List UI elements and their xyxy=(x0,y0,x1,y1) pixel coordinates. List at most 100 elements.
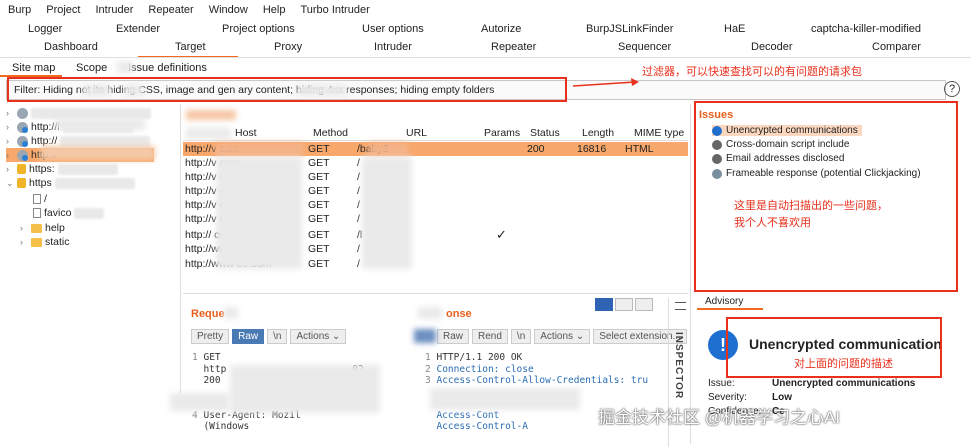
tab-intruder[interactable]: Intruder xyxy=(374,41,412,53)
inspector-label[interactable]: INSPECTOR xyxy=(673,332,684,399)
tab-comparer[interactable]: Comparer xyxy=(872,41,921,53)
file-icon xyxy=(33,194,41,204)
col-url[interactable]: URL xyxy=(406,127,427,139)
redaction xyxy=(186,110,236,120)
annotation-arrow xyxy=(572,78,639,87)
tree-host-item[interactable]: › https: xyxy=(6,162,118,176)
redaction xyxy=(170,393,230,411)
chevron-right-icon[interactable]: › xyxy=(6,108,14,118)
render-button[interactable]: Rend xyxy=(472,329,508,344)
advisory-severity-value: Low xyxy=(772,392,792,403)
redaction xyxy=(216,157,302,269)
tree-path-label: favico xyxy=(44,207,72,219)
menu-intruder[interactable]: Intruder xyxy=(96,4,134,16)
col-length[interactable]: Length xyxy=(582,127,614,139)
watermark: 掘金技术社区 @机器学习之心AI xyxy=(598,408,841,427)
menu-repeater[interactable]: Repeater xyxy=(148,4,193,16)
advisory-issue-label: Issue: xyxy=(708,378,735,389)
col-params[interactable]: Params xyxy=(484,127,520,139)
menu-icon[interactable] xyxy=(675,302,686,310)
col-method[interactable]: Method xyxy=(313,127,348,139)
tree-folder-label: help xyxy=(45,222,65,234)
tab-extender[interactable]: Extender xyxy=(116,23,160,35)
redaction xyxy=(55,118,145,130)
folder-icon xyxy=(31,237,42,247)
folder-icon xyxy=(31,223,42,233)
issues-highlight-box xyxy=(694,101,958,292)
lock-icon xyxy=(17,164,26,174)
tab-autorize[interactable]: Autorize xyxy=(481,23,521,35)
redaction xyxy=(214,143,304,155)
tree-folder-item[interactable]: › help xyxy=(20,221,65,235)
tree-path-label: / xyxy=(44,193,47,205)
layout-toggle[interactable] xyxy=(595,298,653,311)
tab-target[interactable]: Target xyxy=(175,41,206,53)
divider xyxy=(180,104,181,394)
tabs-row-1: Logger Extender Project options User opt… xyxy=(0,20,971,38)
actions-dropdown[interactable]: Actions ⌄ xyxy=(290,329,347,344)
tab-project-options[interactable]: Project options xyxy=(222,23,295,35)
col-mime-type[interactable]: MIME type xyxy=(634,127,684,139)
tab-repeater[interactable]: Repeater xyxy=(491,41,536,53)
raw-button[interactable]: Raw xyxy=(437,329,470,344)
tab-proxy[interactable]: Proxy xyxy=(274,41,302,53)
chevron-down-icon[interactable]: ⌄ xyxy=(6,178,14,189)
divider xyxy=(690,104,691,444)
menu-help[interactable]: Help xyxy=(263,4,286,16)
actions-dropdown[interactable]: Actions ⌄ xyxy=(534,329,591,344)
chevron-right-icon[interactable]: › xyxy=(20,223,28,233)
chevron-right-icon[interactable]: › xyxy=(20,237,28,247)
chevron-right-icon[interactable]: › xyxy=(6,122,14,132)
redaction xyxy=(186,128,231,139)
redaction xyxy=(230,365,380,413)
tab-sequencer[interactable]: Sequencer xyxy=(618,41,671,53)
subtab-site-map[interactable]: Site map xyxy=(12,62,55,74)
globe-icon xyxy=(17,149,28,161)
tree-host-label: https: xyxy=(29,163,55,175)
filter-annotation: 过滤器，可以快速查找可以的有问题的请求包 xyxy=(642,66,862,78)
response-toolbar: Raw Rend \n Actions ⌄ Select extension..… xyxy=(437,329,687,344)
horizontal-view-icon[interactable] xyxy=(615,298,633,311)
chevron-right-icon[interactable]: › xyxy=(6,164,14,174)
tree-folder-item[interactable]: › static xyxy=(20,235,70,249)
tab-user-options[interactable]: User options xyxy=(362,23,424,35)
divider xyxy=(183,293,688,294)
redaction xyxy=(117,61,133,73)
filter-highlight-box xyxy=(7,77,567,102)
tab-dashboard[interactable]: Dashboard xyxy=(44,41,98,53)
menu-project[interactable]: Project xyxy=(46,4,80,16)
lock-icon xyxy=(17,178,26,188)
single-view-icon[interactable] xyxy=(635,298,653,311)
tree-path-item[interactable]: / xyxy=(33,192,47,206)
menu-window[interactable]: Window xyxy=(209,4,248,16)
tab-captcha-killer[interactable]: captcha-killer-modified xyxy=(811,23,921,35)
tree-path-item[interactable]: favico xyxy=(33,206,105,220)
subtab-issue-definitions[interactable]: Issue definitions xyxy=(128,62,207,74)
chevron-right-icon[interactable]: › xyxy=(6,150,14,160)
newline-toggle[interactable]: \n xyxy=(267,329,288,344)
check-icon: ✓ xyxy=(496,227,507,242)
pretty-button[interactable]: Pretty xyxy=(191,329,230,344)
tab-decoder[interactable]: Decoder xyxy=(751,41,793,53)
help-icon[interactable]: ? xyxy=(944,81,960,97)
menu-turbo-intruder[interactable]: Turbo Intruder xyxy=(300,4,369,16)
advisory-tab[interactable]: Advisory xyxy=(697,296,763,310)
menu-bar: Burp Project Intruder Repeater Window He… xyxy=(0,0,971,20)
tree-host-item[interactable]: ⌄ https xyxy=(6,176,135,190)
col-host[interactable]: Host xyxy=(235,127,257,139)
menu-burp[interactable]: Burp xyxy=(8,4,31,16)
subtab-scope[interactable]: Scope xyxy=(76,62,107,74)
advisory-highlight-box xyxy=(726,317,942,378)
tab-hae[interactable]: HaE xyxy=(724,23,745,35)
globe-icon xyxy=(17,121,28,133)
chevron-right-icon[interactable]: › xyxy=(6,136,14,146)
raw-button[interactable]: Raw xyxy=(232,329,265,344)
newline-toggle[interactable]: \n xyxy=(510,329,532,344)
split-view-icon[interactable] xyxy=(595,298,613,311)
tab-logger[interactable]: Logger xyxy=(28,23,62,35)
redaction xyxy=(414,329,436,343)
advisory-issue-value: Unencrypted communications xyxy=(772,378,916,389)
globe-icon xyxy=(17,135,28,147)
col-status[interactable]: Status xyxy=(530,127,560,139)
tab-burpjslinkfinder[interactable]: BurpJSLinkFinder xyxy=(586,23,673,35)
